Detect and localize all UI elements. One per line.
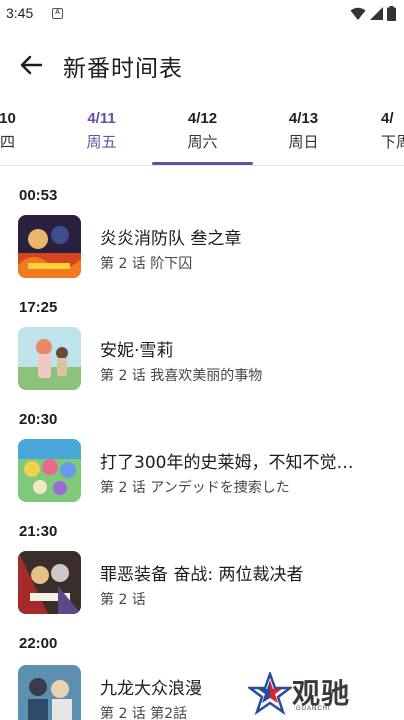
tab-date-active[interactable]: 4/11 周五 bbox=[51, 110, 152, 152]
time-header: 17:25 bbox=[19, 299, 58, 316]
item-subtitle: 第 2 话 アンデッドを捜索した bbox=[100, 480, 290, 496]
tab-date-label: 4/12 bbox=[187, 110, 218, 127]
tab-weekday-label: 周五 bbox=[86, 133, 117, 151]
item-subtitle: 第 2 话 第2話 bbox=[100, 706, 188, 720]
item-title: 九龙大众浪漫 bbox=[100, 679, 202, 699]
list-item[interactable]: 罪恶装备 奋战: 两位裁决者 第 2 话 bbox=[0, 551, 404, 621]
tab-date-label: 4/13 bbox=[288, 110, 319, 127]
anime-thumbnail bbox=[18, 439, 81, 502]
date-tab-row: 10 四 4/11 周五 4/12 周六 4/13 周日 4/ 下周 bbox=[0, 100, 404, 166]
time-header: 20:30 bbox=[19, 411, 58, 428]
item-subtitle: 第 2 话 阶下囚 bbox=[100, 256, 193, 272]
tab-date[interactable]: 10 四 bbox=[0, 110, 58, 152]
tab-date-label: 4/11 bbox=[87, 110, 116, 127]
arrow-back-icon bbox=[20, 55, 42, 75]
tab-weekday-label: 四 bbox=[0, 133, 15, 151]
list-item[interactable]: 安妮·雪莉 第 2 话 我喜欢美丽的事物 bbox=[0, 327, 404, 397]
watermark-logo: 观驰 GUANCHI bbox=[248, 672, 368, 716]
tab-date-label: 10 bbox=[0, 110, 16, 127]
anime-thumbnail bbox=[18, 327, 81, 390]
item-title: 安妮·雪莉 bbox=[100, 341, 174, 361]
list-item[interactable]: 打了300年的史莱姆，不知不觉… 第 2 话 アンデッドを捜索した bbox=[0, 439, 404, 509]
tab-date[interactable]: 4/12 周六 bbox=[152, 110, 253, 152]
time-header: 00:53 bbox=[19, 187, 58, 204]
item-title: 炎炎消防队 叁之章 bbox=[100, 229, 242, 249]
tab-date[interactable]: 4/13 周日 bbox=[253, 110, 354, 152]
status-bar: 3:45 A bbox=[0, 0, 404, 28]
anime-thumbnail bbox=[18, 551, 81, 614]
tab-date[interactable]: 4/ 下周 bbox=[354, 110, 404, 152]
status-icons bbox=[350, 6, 396, 21]
tab-weekday-label: 周六 bbox=[187, 133, 218, 151]
tab-indicator bbox=[152, 162, 253, 165]
tab-weekday-label: 周日 bbox=[288, 133, 319, 151]
item-title: 罪恶装备 奋战: 两位裁决者 bbox=[100, 565, 304, 585]
page-title: 新番时间表 bbox=[63, 56, 183, 82]
item-title: 打了300年的史莱姆，不知不觉… bbox=[100, 453, 354, 473]
app-bar: 新番时间表 bbox=[0, 28, 404, 100]
notification-icon: A bbox=[52, 8, 63, 19]
star-logo-icon bbox=[248, 672, 292, 716]
time-header: 21:30 bbox=[19, 523, 58, 540]
time-header: 22:00 bbox=[19, 635, 58, 652]
tab-date-label: 4/ bbox=[381, 110, 394, 127]
anime-thumbnail bbox=[18, 215, 81, 278]
tab-weekday-label: 下周 bbox=[381, 133, 404, 151]
item-subtitle: 第 2 话 bbox=[100, 592, 146, 608]
wifi-icon bbox=[350, 7, 366, 20]
anime-thumbnail bbox=[18, 665, 81, 720]
back-button[interactable] bbox=[14, 48, 48, 82]
list-item[interactable]: 炎炎消防队 叁之章 第 2 话 阶下囚 bbox=[0, 215, 404, 285]
item-subtitle: 第 2 话 我喜欢美丽的事物 bbox=[100, 368, 263, 384]
watermark-sub: GUANCHI bbox=[296, 706, 331, 712]
battery-icon bbox=[387, 6, 396, 21]
signal-icon bbox=[370, 7, 383, 20]
status-time: 3:45 bbox=[6, 5, 34, 21]
